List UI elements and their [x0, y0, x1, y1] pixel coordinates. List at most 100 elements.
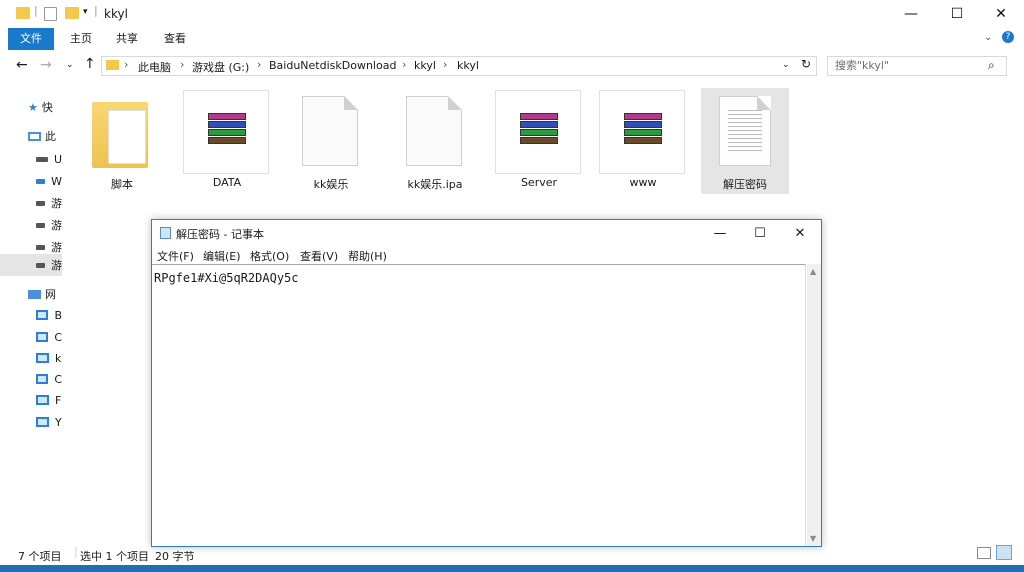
notepad-scrollbar[interactable]: ▲ ▼: [807, 264, 821, 546]
computer-icon: [36, 332, 49, 342]
file-item[interactable]: 脚本: [78, 88, 166, 194]
breadcrumb-kkyl-current[interactable]: kkyl: [457, 59, 479, 72]
nav-network-pc-y[interactable]: Y: [28, 411, 62, 433]
properties-icon[interactable]: [44, 7, 57, 21]
breadcrumb-separator: ›: [443, 58, 448, 71]
menu-format[interactable]: 格式(O): [250, 248, 289, 264]
title-bar: [0, 0, 1024, 28]
file-item[interactable]: DATA: [183, 88, 271, 194]
forward-arrow-icon[interactable]: →: [40, 57, 52, 73]
breadcrumb-drive[interactable]: 游戏盘 (G:): [192, 59, 249, 75]
winrar-icon: [183, 90, 269, 174]
nav-network-pc-f[interactable]: F: [28, 389, 62, 411]
nav-drive-selected[interactable]: 游: [0, 254, 62, 276]
file-item[interactable]: Server: [495, 88, 583, 194]
text-file-icon: [701, 90, 787, 174]
drive-icon: [36, 222, 45, 228]
folder-icon: [106, 60, 119, 70]
item-count: 7 个项目: [18, 550, 62, 563]
status-bar: [0, 543, 1024, 565]
windows-drive-icon: [36, 178, 46, 184]
breadcrumb-separator: ›: [124, 58, 129, 71]
large-icons-view-icon[interactable]: [996, 545, 1012, 560]
scroll-up-icon[interactable]: ▲: [810, 267, 816, 276]
new-folder-icon[interactable]: [65, 7, 79, 19]
nav-quick-access[interactable]: ★ 快: [28, 96, 62, 118]
computer-icon: [36, 310, 49, 320]
notepad-window[interactable]: 解压密码 - 记事本 — ☐ ✕ 文件(F) 编辑(E) 格式(O) 查看(V)…: [151, 219, 822, 547]
qat-separator: |: [94, 4, 98, 17]
file-item-selected[interactable]: 解压密码: [701, 88, 789, 194]
details-view-icon[interactable]: [977, 547, 991, 559]
back-arrow-icon[interactable]: ←: [16, 57, 28, 73]
nav-drive-1[interactable]: 游: [28, 192, 62, 214]
winrar-icon: [599, 90, 685, 174]
nav-network[interactable]: 网: [28, 283, 62, 305]
notepad-text-area[interactable]: RPgfe1#Xi@5qR2DAQy5c: [152, 264, 806, 546]
selected-count: 选中 1 个项目: [80, 550, 149, 563]
network-icon: [28, 289, 41, 299]
winrar-icon: [495, 90, 581, 174]
qat-dropdown-icon[interactable]: ▾: [83, 7, 88, 17]
scroll-down-icon[interactable]: ▼: [810, 534, 816, 543]
drive-icon: [36, 262, 45, 268]
nav-network-pc-b[interactable]: B: [28, 304, 62, 326]
notepad-close-button[interactable]: ✕: [780, 220, 820, 246]
breadcrumb-baidu[interactable]: BaiduNetdiskDownload: [269, 59, 396, 72]
search-icon: ⌕: [988, 58, 995, 72]
nav-drive-2[interactable]: 游: [28, 214, 62, 236]
window-title: kkyl: [104, 7, 128, 21]
ribbon-expand-icon[interactable]: ⌄: [984, 32, 992, 43]
tab-home[interactable]: 主页: [58, 28, 104, 50]
breadcrumb-this-pc[interactable]: 此电脑: [138, 59, 171, 75]
nav-network-pc-k[interactable]: k: [28, 347, 62, 369]
notepad-maximize-button[interactable]: ☐: [740, 220, 780, 246]
menu-help[interactable]: 帮助(H): [348, 248, 387, 264]
help-icon[interactable]: ?: [1002, 31, 1014, 43]
taskbar-strip: [0, 565, 1024, 572]
file-item[interactable]: kk娱乐: [287, 88, 375, 194]
recent-dropdown-icon[interactable]: ⌄: [66, 60, 74, 70]
file-item[interactable]: www: [599, 88, 687, 194]
tab-file[interactable]: 文件: [8, 28, 54, 50]
menu-file[interactable]: 文件(F): [157, 248, 194, 264]
drive-icon: [36, 244, 45, 250]
menu-edit[interactable]: 编辑(E): [203, 248, 241, 264]
tab-share[interactable]: 共享: [104, 28, 150, 50]
computer-icon: [36, 374, 49, 384]
breadcrumb-kkyl[interactable]: kkyl: [414, 59, 436, 72]
close-button[interactable]: ✕: [978, 0, 1024, 28]
tab-view[interactable]: 查看: [152, 28, 198, 50]
drive-icon: [36, 200, 45, 206]
breadcrumb-separator: ›: [402, 58, 407, 71]
up-arrow-icon[interactable]: ↑: [84, 56, 96, 72]
nav-network-pc-c[interactable]: C: [28, 326, 62, 348]
qat-separator: |: [34, 4, 38, 17]
notepad-icon: [160, 227, 171, 239]
computer-icon: [36, 417, 49, 427]
menu-view[interactable]: 查看(V): [300, 248, 338, 264]
breadcrumb-separator: ›: [180, 58, 185, 71]
minimize-button[interactable]: —: [888, 0, 934, 28]
folder-icon: [16, 7, 30, 19]
nav-network-pc-c2[interactable]: C: [28, 368, 62, 390]
selected-size: 20 字节: [155, 550, 195, 563]
nav-this-pc[interactable]: 此: [28, 125, 62, 147]
search-input[interactable]: 搜索"kkyl": [827, 56, 1007, 76]
breadcrumb-separator: ›: [257, 58, 262, 71]
document-icon: [391, 90, 477, 174]
address-dropdown-icon[interactable]: ⌄: [782, 60, 790, 70]
notepad-minimize-button[interactable]: —: [700, 220, 740, 246]
maximize-button[interactable]: ☐: [934, 0, 980, 28]
nav-drive-w[interactable]: W: [28, 170, 62, 192]
star-icon: ★: [28, 100, 38, 114]
notepad-title: 解压密码 - 记事本: [176, 228, 264, 241]
folder-icon: [78, 90, 164, 174]
refresh-icon[interactable]: ↻: [801, 57, 811, 71]
computer-icon: [28, 131, 41, 141]
computer-icon: [36, 395, 49, 405]
computer-icon: [36, 353, 49, 363]
file-item[interactable]: kk娱乐.ipa: [391, 88, 479, 194]
nav-drive-u[interactable]: U: [28, 148, 62, 170]
drive-icon: [36, 156, 48, 162]
